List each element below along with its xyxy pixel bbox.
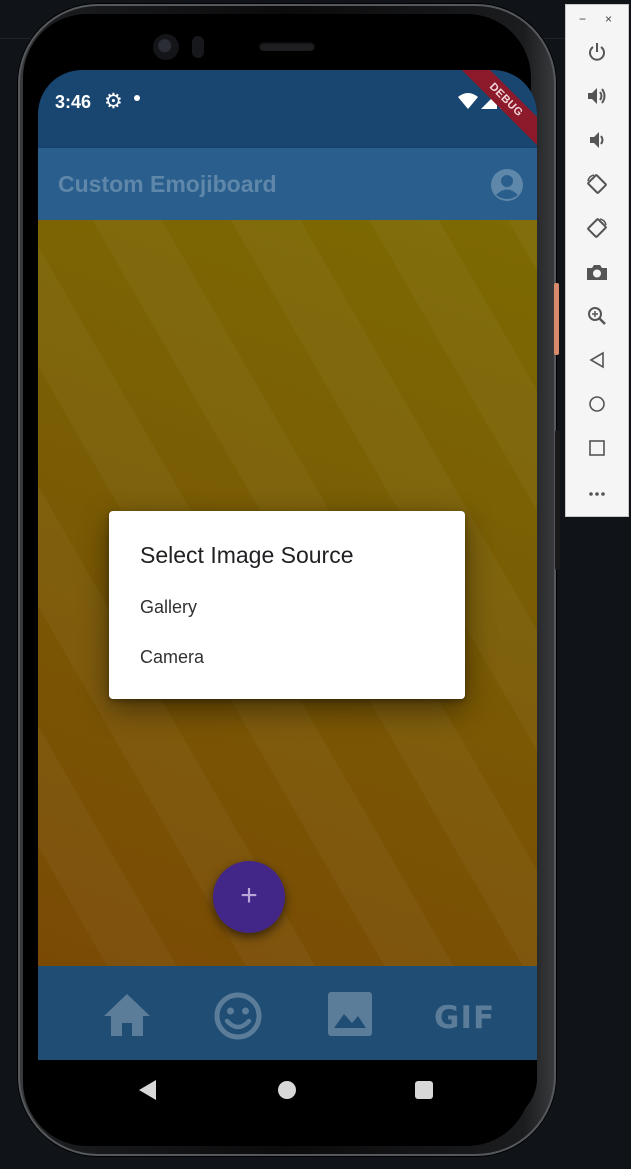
- home-icon[interactable]: [102, 992, 152, 1038]
- system-back-icon[interactable]: [139, 1080, 156, 1100]
- camera-option[interactable]: Camera: [109, 633, 465, 681]
- debug-banner: DEBUG: [452, 70, 537, 154]
- back-icon[interactable]: [586, 349, 608, 371]
- gif-icon[interactable]: GIF: [434, 1000, 495, 1036]
- system-recents-icon[interactable]: [415, 1081, 433, 1099]
- zoom-icon[interactable]: [586, 305, 608, 327]
- add-fab-button[interactable]: +: [213, 861, 285, 933]
- app-bar: Custom Emojiboard: [38, 148, 537, 220]
- rotate-left-icon[interactable]: [586, 173, 608, 195]
- system-home-icon[interactable]: [278, 1081, 296, 1099]
- close-button[interactable]: ×: [605, 12, 612, 26]
- front-camera-icon: [153, 34, 179, 60]
- account-circle-icon[interactable]: [490, 168, 524, 202]
- volume-up-icon[interactable]: [586, 85, 608, 107]
- dialog-title: Select Image Source: [140, 542, 354, 568]
- rotate-right-icon[interactable]: [586, 217, 608, 239]
- screenshot-icon[interactable]: [586, 261, 608, 283]
- power-icon[interactable]: [586, 41, 608, 63]
- gallery-option[interactable]: Gallery: [109, 583, 465, 631]
- status-time: 3:46: [55, 92, 92, 112]
- overview-icon[interactable]: [586, 437, 608, 459]
- image-icon[interactable]: [328, 992, 372, 1036]
- notification-dot-icon: [134, 95, 140, 101]
- status-bar: 3:46 ⚙ DEBUG: [38, 70, 537, 154]
- home-circle-icon[interactable]: [586, 393, 608, 415]
- settings-gear-icon: ⚙: [104, 90, 123, 113]
- phone-volume-button[interactable]: [555, 430, 560, 570]
- wifi-icon: [458, 93, 478, 109]
- more-icon[interactable]: [586, 483, 608, 505]
- proximity-sensor: [192, 36, 204, 58]
- select-image-source-dialog: Select Image Source Gallery Camera: [109, 511, 465, 699]
- earpiece-speaker: [259, 42, 315, 51]
- emoji-icon[interactable]: [213, 992, 263, 1042]
- bottom-navigation-bar: GIF: [38, 966, 537, 1060]
- app-title: Custom Emojiboard: [58, 171, 277, 197]
- emulator-toolbar: − ×: [565, 4, 629, 517]
- volume-down-icon[interactable]: [586, 129, 608, 151]
- phone-power-button[interactable]: [554, 283, 559, 355]
- system-navigation-bar: [38, 1060, 537, 1122]
- minimize-button[interactable]: −: [579, 12, 586, 26]
